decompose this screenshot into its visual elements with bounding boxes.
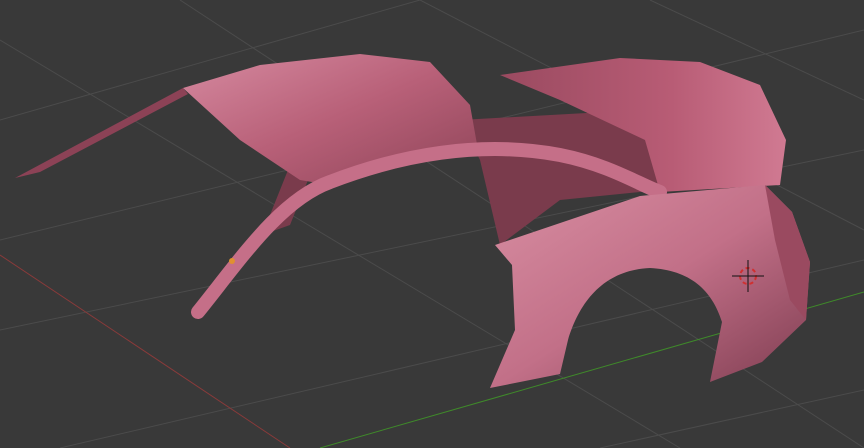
side-strip bbox=[15, 88, 188, 178]
car-body-mesh[interactable] bbox=[15, 54, 810, 388]
x-axis-line bbox=[0, 254, 291, 448]
roof-panel bbox=[183, 54, 478, 185]
object-origin-dot[interactable] bbox=[229, 258, 235, 264]
viewport-canvas[interactable] bbox=[0, 0, 864, 448]
3d-viewport[interactable] bbox=[0, 0, 864, 448]
